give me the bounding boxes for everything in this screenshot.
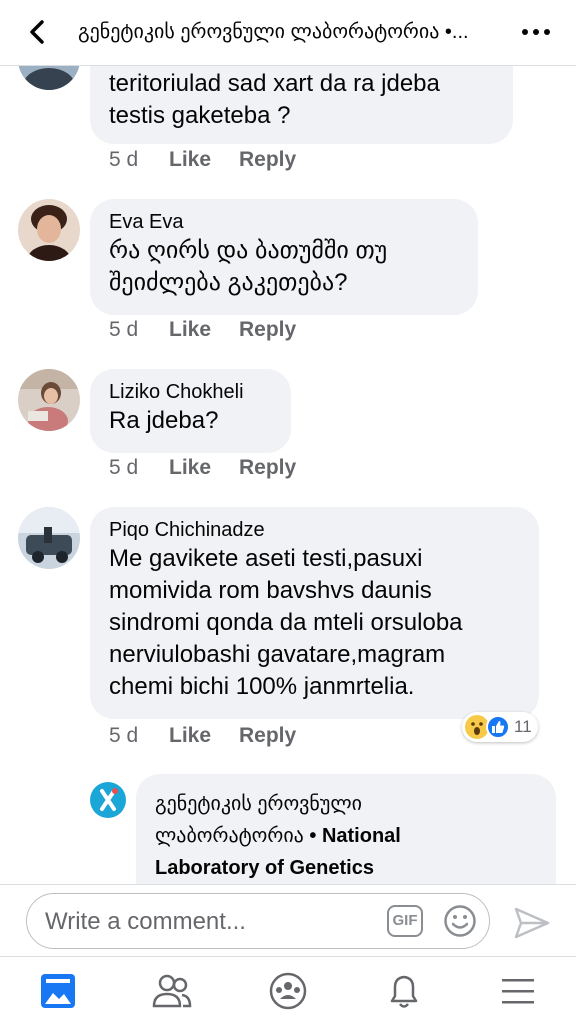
comment-actions: 5 d Like Reply: [109, 148, 296, 172]
comment-author[interactable]: Piqo Chichinadze: [109, 517, 520, 543]
comments-feed[interactable]: teritoriulad sad xart da ra jdeba testis…: [0, 0, 576, 884]
page-title: გენეტიკის ეროვნული ლაბორატორია •...: [78, 21, 469, 43]
comment-placeholder: Write a comment...: [45, 908, 246, 935]
avatar[interactable]: [18, 507, 80, 569]
comment-time[interactable]: 5 d: [109, 318, 169, 342]
like-button[interactable]: Like: [169, 456, 239, 480]
comment-bubble[interactable]: Piqo Chichinadze Me gavikete aseti testi…: [90, 507, 539, 719]
comment-composer: Write a comment... GIF: [0, 884, 576, 956]
reply-bubble[interactable]: გენეტიკის ეროვნული ლაბორატორია • Nationa…: [136, 774, 556, 884]
reply-button[interactable]: Reply: [239, 318, 296, 342]
reply-author-georgian: ლაბორატორია: [155, 825, 304, 847]
like-button[interactable]: Like: [169, 148, 239, 172]
smiley-icon[interactable]: [443, 904, 477, 938]
comment-time[interactable]: 5 d: [109, 148, 169, 172]
like-button[interactable]: Like: [169, 318, 239, 342]
reply-button[interactable]: Reply: [239, 724, 296, 748]
like-icon: [486, 715, 510, 739]
comment-input[interactable]: Write a comment... GIF: [26, 893, 490, 949]
comment-time[interactable]: 5 d: [109, 724, 169, 748]
comment-bubble[interactable]: Liziko Chokheli Ra jdeba?: [90, 369, 291, 453]
comment-time[interactable]: 5 d: [109, 456, 169, 480]
reply-button[interactable]: Reply: [239, 148, 296, 172]
comment-author[interactable]: Eva Eva: [109, 209, 459, 235]
reaction-count: 11: [514, 717, 532, 736]
comment-text: Ra jdeba?: [109, 407, 219, 434]
comment-actions: 5 d Like Reply: [109, 318, 296, 342]
groups-icon[interactable]: [266, 971, 310, 1011]
comment-text: Me gavikete aseti testi,pasuxi momivida …: [109, 545, 463, 700]
gif-button[interactable]: GIF: [387, 905, 423, 937]
ellipsis-icon[interactable]: [516, 18, 556, 46]
comment-actions: 5 d Like Reply: [109, 724, 296, 748]
avatar[interactable]: [18, 369, 80, 431]
reply-author-english: • National: [303, 825, 401, 847]
top-bar: გენეტიკის ეროვნული ლაბორატორია •...: [0, 0, 576, 66]
reply-author-line2[interactable]: ლაბორატორია • National: [155, 820, 537, 852]
news-feed-icon[interactable]: [36, 971, 80, 1011]
comment-text: რა ღირს და ბათუმში თუ შეიძლება გაკეთება?: [109, 237, 388, 296]
comment-author[interactable]: Liziko Chokheli: [109, 379, 272, 405]
avatar[interactable]: [18, 199, 80, 261]
reply-author[interactable]: გენეტიკის ეროვნული: [155, 788, 537, 820]
reactions-summary[interactable]: 11: [462, 712, 538, 742]
bottom-tab-bar: [0, 956, 576, 1024]
reply-author-line3[interactable]: Laboratory of Genetics: [155, 852, 537, 884]
chevron-left-icon[interactable]: [20, 14, 56, 50]
menu-icon[interactable]: [496, 971, 540, 1011]
page-avatar[interactable]: [90, 782, 126, 818]
friends-icon[interactable]: [150, 971, 194, 1011]
comment-bubble[interactable]: Eva Eva რა ღირს და ბათუმში თუ შეიძლება გ…: [90, 199, 478, 315]
comment-actions: 5 d Like Reply: [109, 456, 296, 480]
reply-button[interactable]: Reply: [239, 456, 296, 480]
like-button[interactable]: Like: [169, 724, 239, 748]
comment-text: teritoriulad sad xart da ra jdeba testis…: [109, 70, 440, 129]
send-icon[interactable]: [512, 905, 552, 941]
notifications-icon[interactable]: [382, 971, 426, 1011]
